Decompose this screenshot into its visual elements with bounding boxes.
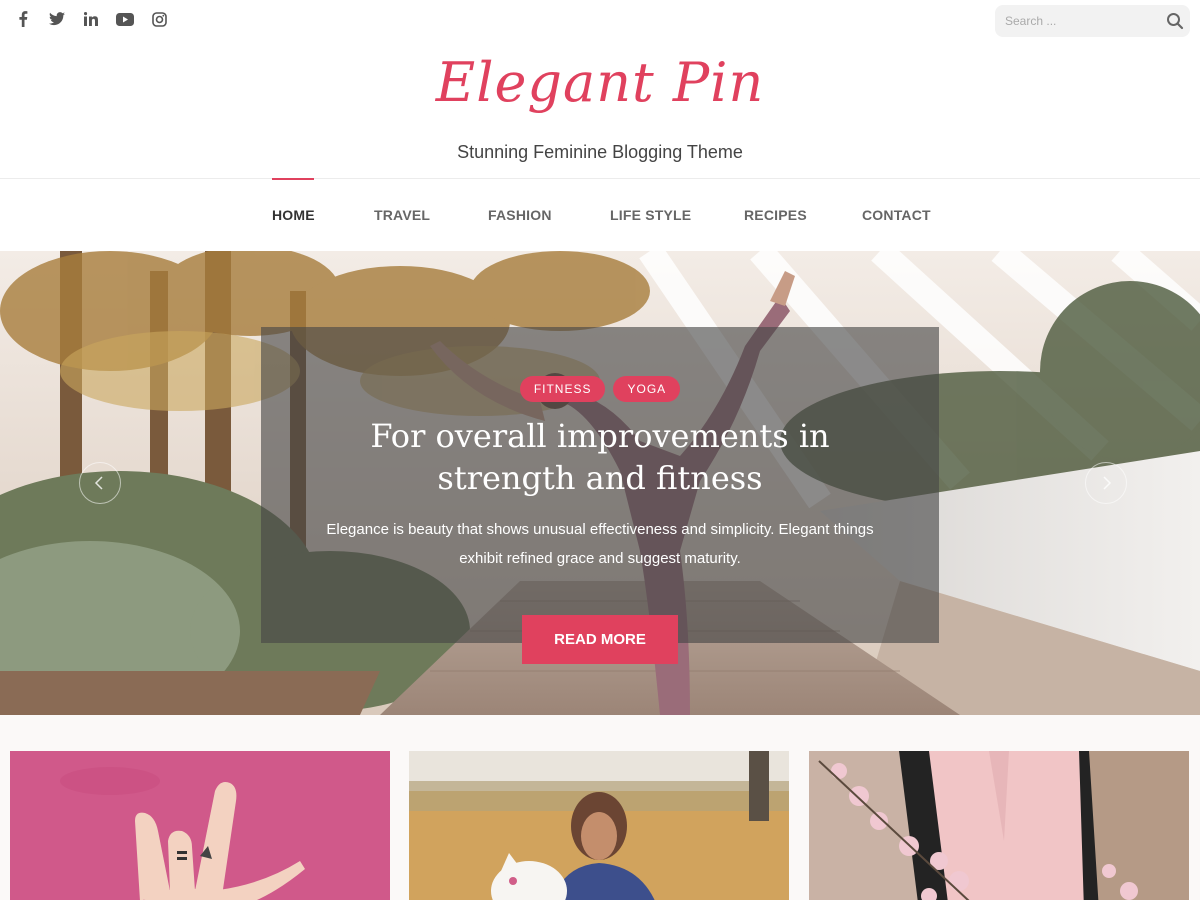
nav-item-fashion[interactable]: FASHION — [488, 207, 552, 223]
social-links — [6, 8, 176, 30]
post-thumbnail — [409, 751, 789, 900]
nav-item-recipes[interactable]: RECIPES — [744, 207, 807, 223]
post-thumbnail — [10, 751, 390, 900]
post-card-2[interactable] — [409, 751, 789, 900]
category-tag-fitness[interactable]: FITNESS — [519, 376, 606, 402]
nav-item-travel[interactable]: TRAVEL — [374, 207, 430, 223]
nav-item-contact[interactable]: CONTACT — [862, 207, 931, 223]
search-form — [995, 5, 1190, 37]
nav-item-life-style[interactable]: LIFE STYLE — [610, 207, 691, 223]
hero-post-title[interactable]: For overall improvements in strength and… — [301, 415, 899, 499]
read-more-button[interactable]: READ MORE — [522, 615, 678, 664]
hero-slider: FITNESS YOGA For overall improvements in… — [0, 251, 1200, 715]
post-card-3[interactable] — [809, 751, 1189, 900]
post-grid — [0, 715, 1200, 900]
youtube-icon[interactable] — [108, 8, 142, 30]
hero-post-excerpt: Elegance is beauty that shows unusual ef… — [326, 521, 874, 567]
top-bar — [0, 0, 1200, 40]
hero-caption: FITNESS YOGA For overall improvements in… — [261, 327, 939, 643]
twitter-icon[interactable] — [40, 8, 74, 30]
facebook-icon[interactable] — [6, 8, 40, 30]
chevron-right-icon — [1103, 476, 1112, 490]
site-tagline: Stunning Feminine Blogging Theme — [457, 142, 743, 162]
category-tag-yoga[interactable]: YOGA — [613, 376, 681, 402]
post-card-1[interactable] — [10, 751, 390, 900]
slider-prev-button[interactable] — [79, 462, 121, 504]
post-categories: FITNESS YOGA — [261, 376, 939, 402]
slider-next-button[interactable] — [1085, 462, 1127, 504]
main-navigation: HOME TRAVEL FASHION LIFE STYLE RECIPES C… — [0, 178, 1200, 251]
search-input[interactable] — [995, 5, 1155, 37]
instagram-icon[interactable] — [142, 8, 176, 30]
post-thumbnail — [809, 751, 1189, 900]
search-icon[interactable] — [1166, 12, 1184, 30]
chevron-left-icon — [94, 476, 103, 490]
nav-item-home[interactable]: HOME — [272, 207, 315, 223]
linkedin-icon[interactable] — [74, 8, 108, 30]
site-title[interactable]: Elegant Pin — [0, 48, 1200, 118]
